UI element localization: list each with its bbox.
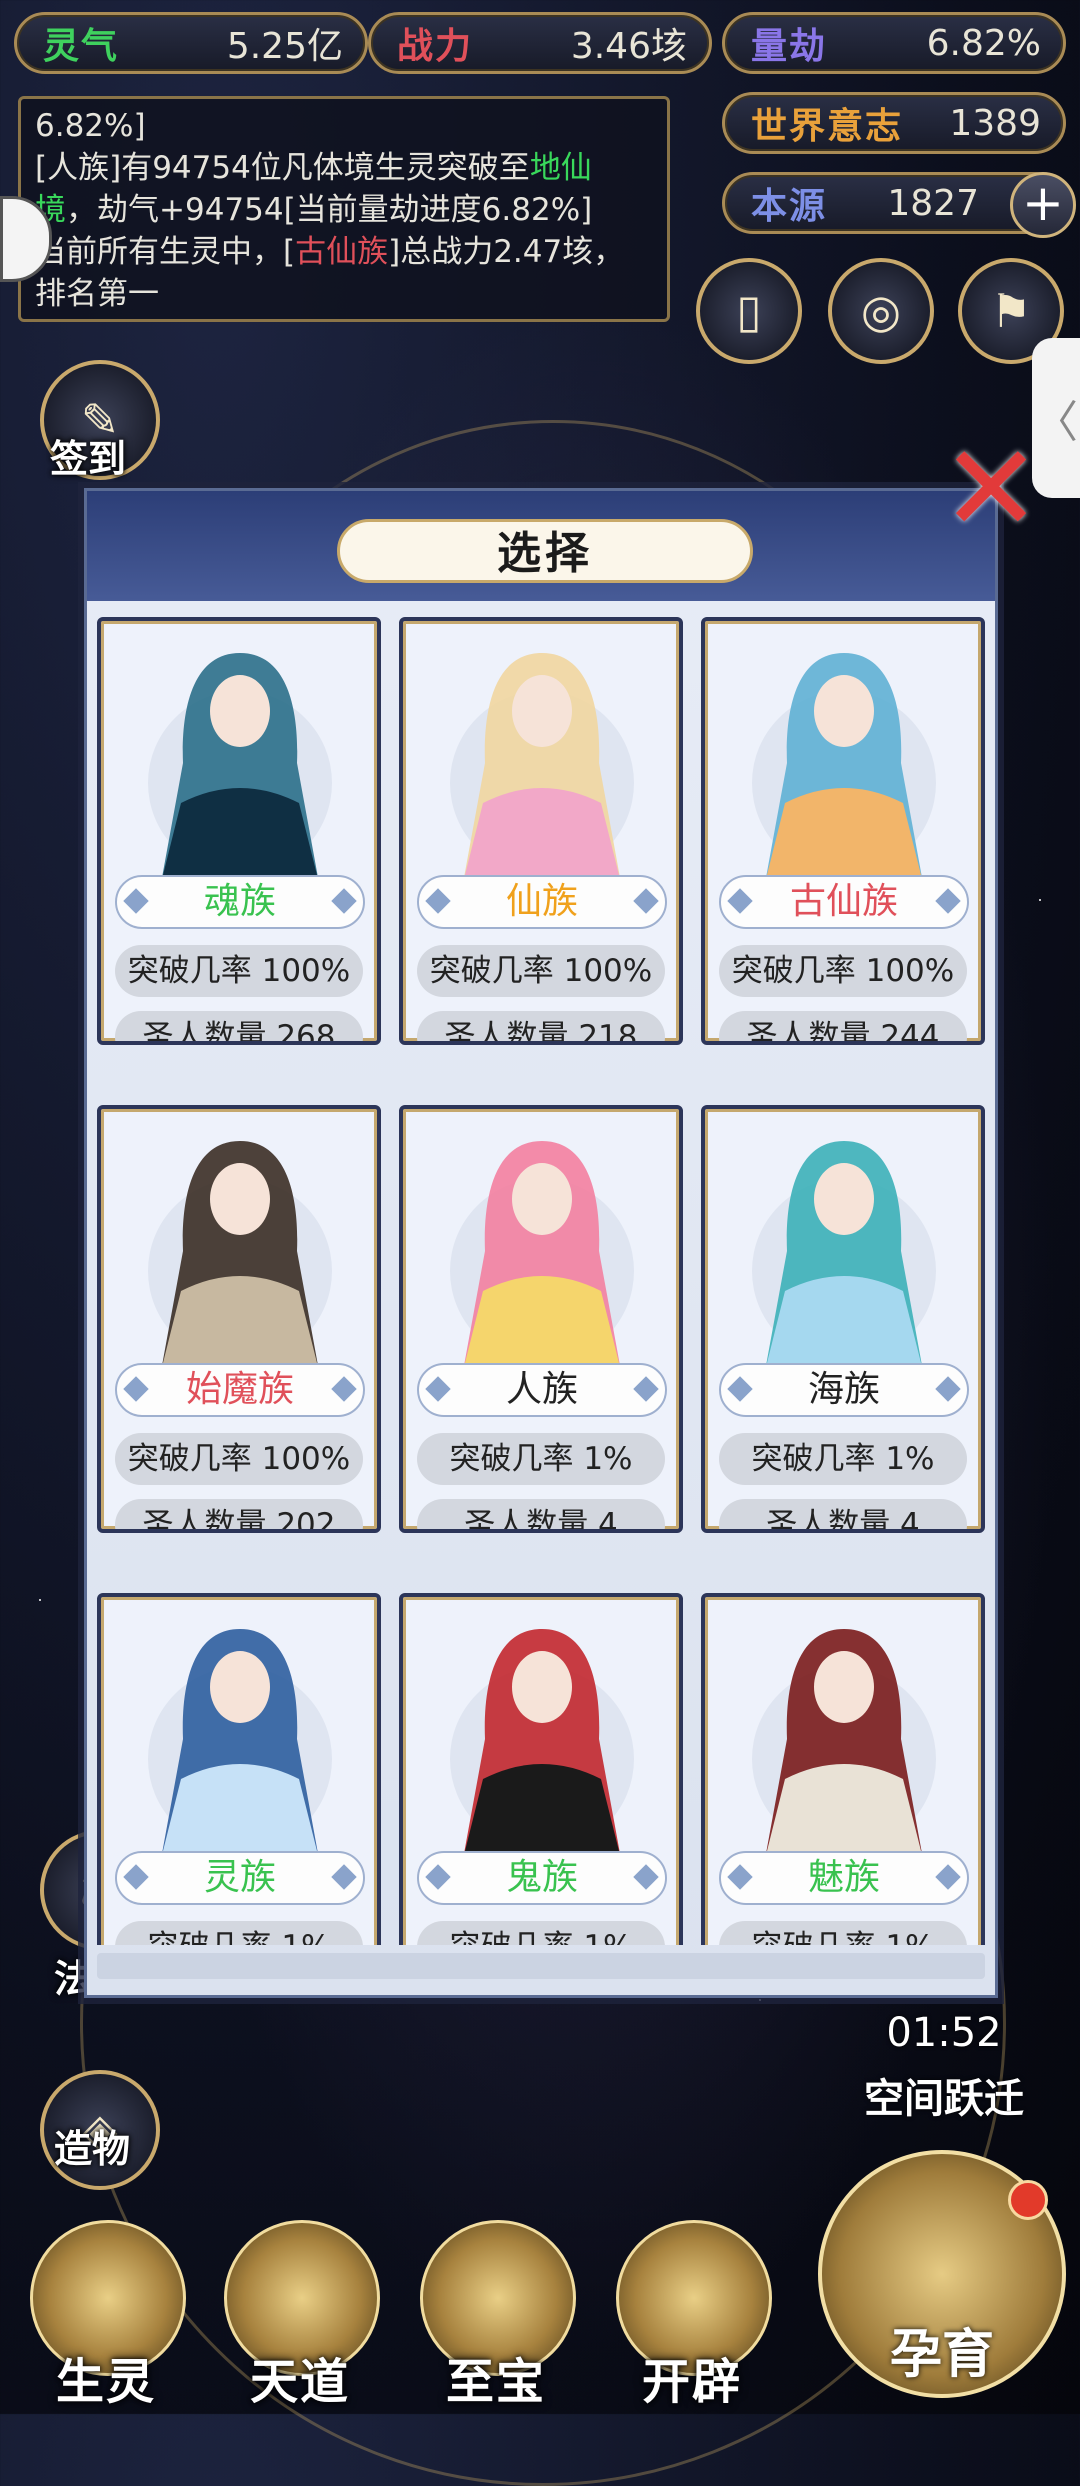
zhanli-label: 战力 <box>397 26 474 67</box>
breakthrough-rate: 突破几率 1% <box>719 1921 967 1945</box>
saint-count: 圣人数量 218 <box>417 1011 665 1041</box>
modal-title: 选择 <box>337 519 753 583</box>
saint-count: 圣人数量 4 <box>719 1499 967 1529</box>
breakthrough-rate: 突破几率 1% <box>115 1921 363 1945</box>
log-text: ，劫气+94754[当前量劫进度6.82%] <box>66 192 593 228</box>
race-name: 古仙族 <box>719 875 969 929</box>
breakthrough-rate: 突破几率 1% <box>417 1433 665 1485</box>
log-line: [人族]有94754位凡体境生灵突破至地仙境，劫气+94754[当前量劫进度6.… <box>35 147 653 231</box>
race-name: 魂族 <box>115 875 365 929</box>
race-card[interactable]: 古仙族突破几率 100% 圣人数量 244 <box>701 617 985 1045</box>
race-portrait-icon <box>725 1121 963 1381</box>
race-grid: 魂族 突破几率 100% 圣人数量 268 仙族 突破几率 100% 圣人数量 218 古仙… <box>97 617 985 1945</box>
sign-in-label: 签到 <box>50 437 127 481</box>
breakthrough-rate: 突破几率 100% <box>115 945 363 997</box>
nav-label: 开辟 <box>641 2354 742 2410</box>
race-name: 灵族 <box>115 1851 365 1905</box>
race-name: 人族 <box>417 1363 667 1417</box>
race-portrait-icon <box>725 1609 963 1869</box>
log-text: [人族]有94754位凡体境生灵突破至 <box>35 150 530 186</box>
log-line: 6.82%] <box>35 108 146 144</box>
nav-treasure[interactable]: 至宝 <box>408 2220 584 2410</box>
card-icon-button[interactable]: ▯ <box>696 258 802 364</box>
race-card[interactable]: 魅族突破几率 1% <box>701 1593 985 1945</box>
log-text: 当前所有生灵中，[ <box>35 234 296 270</box>
race-portrait-icon <box>121 633 359 893</box>
liangjie-stat[interactable]: 量劫 6.82% <box>722 12 1066 74</box>
breakthrough-rate: 突破几率 100% <box>719 945 967 997</box>
race-card[interactable]: 鬼族突破几率 1% <box>399 1593 683 1945</box>
liangjie-label: 量劫 <box>751 26 828 67</box>
saint-count: 圣人数量 202 <box>115 1499 363 1529</box>
race-name: 鬼族 <box>417 1851 667 1905</box>
add-benyuan-button[interactable]: + <box>1010 172 1076 238</box>
world-will-stat[interactable]: 世界意志 1389 <box>722 92 1066 154</box>
space-warp-label[interactable]: 空间跃迁 <box>834 2066 1054 2124</box>
breed-label: 孕育 <box>889 2325 994 2385</box>
log-line: 当前所有生灵中，[古仙族]总战力2.47垓，排名第一 <box>35 231 653 315</box>
breakthrough-rate: 突破几率 100% <box>115 1433 363 1485</box>
race-card[interactable]: 仙族突破几率 100% 圣人数量 218 <box>399 617 683 1045</box>
nav-label: 生灵 <box>55 2354 156 2410</box>
race-name: 海族 <box>719 1363 969 1417</box>
liangjie-value: 6.82% <box>926 22 1041 64</box>
nav-heaven[interactable]: 天道 <box>212 2220 388 2410</box>
lingqi-label: 灵气 <box>43 26 120 67</box>
breakthrough-rate: 突破几率 1% <box>417 1921 665 1945</box>
race-card[interactable]: 人族突破几率 1% 圣人数量 4 <box>399 1105 683 1533</box>
lingqi-value: 5.25亿 <box>226 26 343 67</box>
nav-label: 至宝 <box>445 2354 546 2410</box>
race-portrait-icon <box>725 633 963 893</box>
breakthrough-rate: 突破几率 1% <box>719 1433 967 1485</box>
warp-timer: 01:52 <box>886 2010 1002 2056</box>
race-name: 仙族 <box>417 875 667 929</box>
benyuan-label: 本源 <box>751 186 828 227</box>
race-portrait-icon <box>121 1121 359 1381</box>
nav-label: 天道 <box>249 2354 350 2410</box>
world-will-value: 1389 <box>949 102 1041 144</box>
create-label: 造物 <box>54 2127 131 2171</box>
vortex-icon-button[interactable]: ◎ <box>828 258 934 364</box>
saint-count: 圣人数量 268 <box>115 1011 363 1041</box>
race-card[interactable]: 魂族突破几率 100% 圣人数量 268 <box>97 617 381 1045</box>
race-card[interactable]: 灵族突破几率 1% <box>97 1593 381 1945</box>
zhanli-stat: 战力 3.46垓 <box>368 12 712 74</box>
saint-count: 圣人数量 4 <box>417 1499 665 1529</box>
race-name: 魅族 <box>719 1851 969 1905</box>
log-highlight: 古仙族 <box>295 234 389 270</box>
nav-open[interactable]: 开辟 <box>604 2220 780 2410</box>
lingqi-stat: 灵气 5.25亿 <box>14 12 368 74</box>
modal-header: 选择 <box>87 491 995 601</box>
race-name: 始魔族 <box>115 1363 365 1417</box>
close-icon[interactable]: ✕ <box>936 430 1046 550</box>
world-will-label: 世界意志 <box>751 106 904 147</box>
race-portrait-icon <box>121 1609 359 1869</box>
breakthrough-rate: 突破几率 100% <box>417 945 665 997</box>
modal-scroll-track[interactable] <box>97 1953 985 1979</box>
event-log: 6.82%] [人族]有94754位凡体境生灵突破至地仙境，劫气+94754[当… <box>18 96 670 322</box>
nav-creatures[interactable]: 生灵 <box>18 2220 194 2410</box>
race-card[interactable]: 海族突破几率 1% 圣人数量 4 <box>701 1105 985 1533</box>
benyuan-value: 1827 <box>887 182 979 224</box>
race-portrait-icon <box>423 633 661 893</box>
notification-dot <box>1008 2180 1048 2220</box>
race-portrait-icon <box>423 1609 661 1869</box>
race-portrait-icon <box>423 1121 661 1381</box>
race-card[interactable]: 始魔族突破几率 100% 圣人数量 202 <box>97 1105 381 1533</box>
race-select-modal: 选择 魂族 突破几率 100% 圣人数量 268 仙族 突破几率 100% 圣人数量 21… <box>84 488 998 1998</box>
zhanli-value: 3.46垓 <box>570 26 687 67</box>
saint-count: 圣人数量 244 <box>719 1011 967 1041</box>
